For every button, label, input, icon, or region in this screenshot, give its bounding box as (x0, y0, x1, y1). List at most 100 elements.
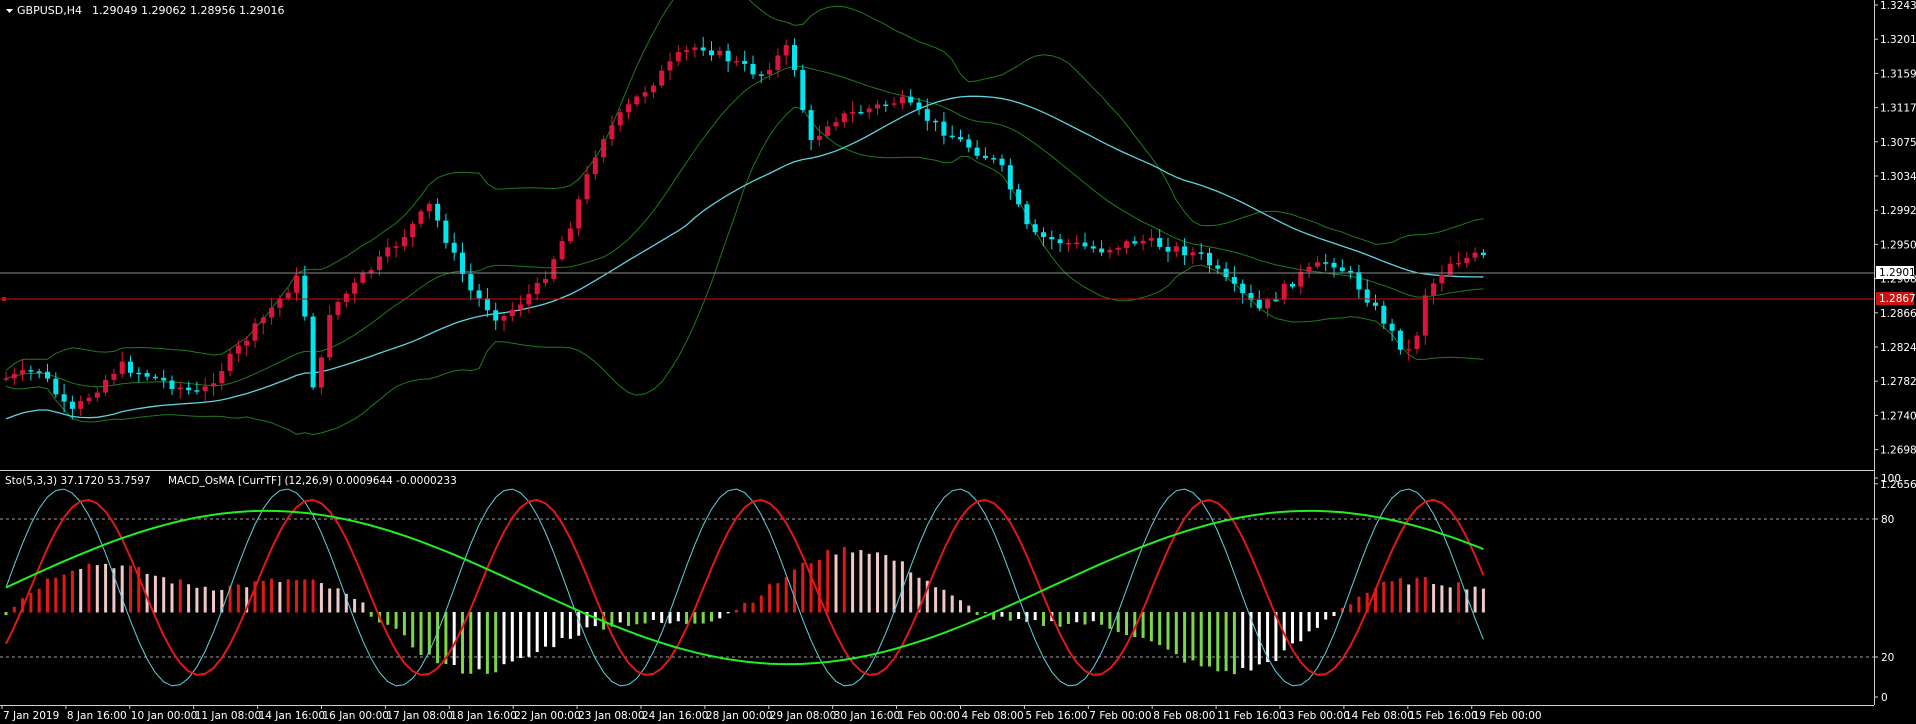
osma-bar (710, 612, 713, 622)
candle-body (3, 378, 9, 380)
candle-body (1464, 257, 1470, 263)
candle-body (609, 125, 615, 140)
candle-body (908, 96, 914, 103)
candle-body (103, 379, 109, 393)
ohlc-label: 1.29049 1.29062 1.28956 1.29016 (92, 4, 284, 17)
red-level-handle[interactable] (2, 297, 6, 301)
candle-body (252, 323, 258, 341)
candle-body (377, 256, 382, 271)
candle-body (260, 317, 266, 324)
osma-bar (79, 568, 83, 613)
candle-body (476, 290, 482, 299)
osma-bar (236, 584, 240, 613)
time-tick-label: 1 Feb 00:00 (898, 710, 960, 722)
candle-body (551, 259, 557, 279)
candle-body (418, 211, 424, 224)
osma-bar (784, 577, 788, 613)
candle-body (1032, 224, 1038, 233)
candle-body (816, 135, 822, 141)
candle-body (1431, 283, 1437, 296)
price-pane[interactable]: GBPUSD,H4 1.29049 1.29062 1.28956 1.2901… (0, 0, 1874, 470)
osma-bar (701, 612, 705, 624)
candle-body (269, 307, 275, 318)
osma-bar (1017, 612, 1021, 619)
osma-bar (494, 612, 498, 673)
osma-bar (1149, 612, 1153, 642)
price-tick-label: 1.28240 (1880, 342, 1916, 354)
osma-bar (643, 612, 647, 624)
osma-bar (1357, 596, 1361, 613)
candle-body (891, 103, 897, 105)
candle-body (1439, 274, 1445, 284)
osma-bar (1407, 584, 1411, 613)
osma-bar (527, 612, 531, 657)
osma-bar (1440, 585, 1444, 613)
osma-bar (967, 605, 971, 613)
candle-body (1281, 284, 1287, 300)
candle-body (45, 371, 50, 379)
candle-body (1265, 299, 1271, 309)
candle-body (352, 282, 358, 294)
osma-bar (809, 563, 813, 613)
osma-bar (560, 612, 564, 638)
candle-body (28, 370, 34, 372)
osma-bar (867, 553, 871, 613)
osma-bar (942, 589, 946, 613)
candle-body (1406, 348, 1412, 351)
price-axis[interactable]: 1.32430 1.32010 1.31590 1.31170 1.30750 1.303… (1874, 0, 1916, 705)
candle-body (310, 316, 316, 388)
osma-bar (120, 565, 124, 613)
osma-bar (842, 546, 846, 613)
osma-bar (859, 550, 863, 613)
candle-body (119, 361, 125, 374)
candle-body (966, 139, 972, 148)
osma-bar (1108, 612, 1112, 629)
osma-histogram (4, 546, 1485, 675)
candle-body (808, 110, 814, 141)
osma-bar (1481, 588, 1485, 613)
time-axis[interactable]: 7 Jan 2019 8 Jan 16:00 10 Jan 00:0011 Jan … (0, 705, 1874, 722)
osma-bar (95, 565, 99, 613)
osma-bar (394, 612, 398, 629)
osma-bar (510, 612, 514, 662)
candle-body (933, 120, 939, 123)
candle-body (750, 63, 756, 75)
osma-bar (1432, 584, 1436, 613)
symbol-label: GBPUSD,H4 (17, 4, 82, 17)
candle-body (899, 96, 905, 104)
price-tick-label: 1.27400 (1880, 410, 1916, 422)
osma-bar (278, 582, 282, 613)
trading-chart[interactable]: GBPUSD,H4 1.29049 1.29062 1.28956 1.2901… (0, 0, 1916, 724)
osma-bar (635, 612, 639, 625)
candle-body (875, 104, 880, 109)
candle-body (567, 228, 573, 242)
osma-bar (685, 612, 689, 625)
candle-body (792, 45, 797, 70)
candle-body (850, 112, 856, 114)
candle-body (1049, 237, 1055, 240)
candle-body (1057, 239, 1063, 244)
candle-body (949, 135, 955, 138)
candle-body (1157, 238, 1163, 247)
candle-body (775, 55, 781, 71)
candle-body (667, 61, 673, 71)
candle-body (244, 340, 250, 346)
osma-bar (909, 572, 913, 613)
candle-body (684, 50, 690, 52)
candle-body (725, 50, 731, 62)
osma-bar (1100, 612, 1104, 625)
osma-bar (651, 612, 655, 620)
candle-body (659, 70, 665, 86)
indicator-pane[interactable]: Sto(5,3,3) 37.1720 53.7597 MACD_OsMA [Cu… (0, 475, 1874, 687)
candle-body (144, 373, 150, 377)
osma-bar (461, 612, 464, 674)
osma-bar (1332, 612, 1336, 617)
candle-body (982, 155, 988, 159)
candle-body (1207, 252, 1212, 266)
candle-body (675, 51, 681, 62)
osma-bar (70, 570, 74, 613)
candle-body (1124, 241, 1129, 249)
osma-bar (178, 579, 182, 613)
osma-bar (203, 586, 207, 613)
osma-bar (826, 549, 830, 613)
